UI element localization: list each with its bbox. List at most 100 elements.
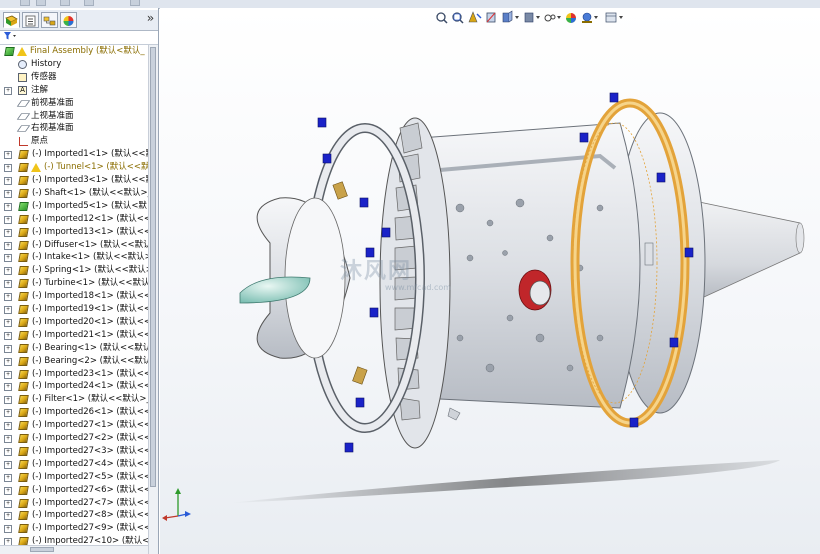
tree-item-plane[interactable]: 右视基准面 [0,122,148,135]
tree-item-component[interactable]: + (-) Filter<1> (默认<<默认>_ [0,393,148,406]
tree-item-component[interactable]: + (-) Tunnel<1> (默认<<默认 [0,161,148,174]
tree-item-label: (-) Diffuser<1> (默认<<默认 [32,239,148,250]
tree-item-component[interactable]: + (-) Imported27<9> (默认<< [0,522,148,535]
expand-toggle[interactable]: + [4,383,12,392]
tree-item-component[interactable]: + (-) Imported27<4> (默认<< [0,458,148,471]
expand-toggle[interactable]: + [4,293,12,302]
tree-item-origin[interactable]: 原点 [0,135,148,148]
tree-item-component[interactable]: + (-) Imported27<3> (默认<< [0,445,148,458]
expand-toggle[interactable]: + [4,357,12,366]
tree-item-component[interactable]: + (-) Imported27<1> (默认<< [0,419,148,432]
expand-toggle[interactable]: + [4,280,12,289]
tree-vertical-scrollbar[interactable] [148,45,158,554]
sensor-icon [18,72,27,82]
tree-item-component[interactable]: + (-) Imported13<1> (默认<< [0,226,148,239]
expand-toggle[interactable]: + [4,189,12,198]
tree-horizontal-scrollbar[interactable] [0,545,148,554]
part-icon [18,214,29,224]
expand-toggle[interactable]: + [4,164,12,173]
warning-icon [17,47,27,56]
tree-item-component[interactable]: + (-) Imported20<1> (默认<< [0,316,148,329]
expand-toggle[interactable]: + [4,473,12,482]
tab-feature-manager[interactable] [3,12,20,28]
tree-item-component[interactable]: + (-) Imported18<1> (默认<< [0,290,148,303]
expand-toggle[interactable]: + [4,422,12,431]
tree-item-component[interactable]: + (-) Imported12<1> (默认<< [0,213,148,226]
expand-toggle[interactable]: + [4,396,12,405]
expand-toggle[interactable]: + [4,86,12,95]
tree-item-component[interactable]: + (-) Imported24<1> (默认<< [0,380,148,393]
tree-item-component[interactable]: + (-) Imported27<7> (默认<< [0,497,148,510]
tree-item-component[interactable]: + (-) Diffuser<1> (默认<<默认 [0,239,148,252]
tree-item-annotation[interactable]: + A 注解 [0,84,148,97]
expand-toggle[interactable]: + [4,318,12,327]
tree-item-component[interactable]: + (-) Imported5<1> (默认<默 [0,200,148,213]
expand-toggle[interactable]: + [4,525,12,534]
part-icon [18,369,29,379]
engine-model[interactable] [160,8,820,554]
tree-item-component[interactable]: + (-) Bearing<1> (默认<<默认 [0,342,148,355]
expand-toggle[interactable]: + [4,306,12,314]
tab-property-manager[interactable] [22,12,39,28]
tree-item-component[interactable]: + (-) Imported27<6> (默认<< [0,484,148,497]
tab-appearance-manager[interactable] [60,12,77,28]
tree-item-component[interactable]: + (-) Imported23<1> (默认<< [0,368,148,381]
expand-toggle[interactable]: + [4,447,12,456]
tree-item-component[interactable]: + (-) Spring<1> (默认<<默认> [0,264,148,277]
tree-item-label: (-) Imported27<1> (默认<< [32,420,148,431]
expand-toggle[interactable]: + [4,241,12,250]
expand-toggle[interactable]: + [4,512,12,521]
part-icon [18,498,29,508]
toolbar-tab-4[interactable] [84,0,94,6]
expand-toggle[interactable]: + [4,409,12,418]
expand-toggle[interactable]: + [4,254,12,263]
tree-item-component[interactable]: + (-) Imported1<1> (默认<<默 [0,148,148,161]
floor-shadow [230,460,780,503]
tree-item-component[interactable]: + (-) Imported27<8> (默认<< [0,509,148,522]
expand-toggle[interactable]: + [4,151,12,160]
expand-panel-button[interactable]: » [147,11,154,25]
expand-toggle[interactable]: + [4,370,12,379]
part-icon [18,382,29,392]
tree-item-component[interactable]: + (-) Bearing<2> (默认<<默认 [0,355,148,368]
panel-tabs: » [0,10,158,31]
tree-item-plane[interactable]: 前视基准面 [0,97,148,110]
toolbar-tab-2[interactable] [36,0,46,6]
expand-toggle[interactable]: + [4,228,12,237]
expand-toggle[interactable]: + [4,215,12,224]
expand-toggle[interactable]: + [4,435,12,443]
tree-item-component[interactable]: + (-) Imported21<1> (默认<< [0,329,148,342]
part-icon [18,356,29,366]
tree-item-component[interactable]: + (-) Turbine<1> (默认<<默认 [0,277,148,290]
tree-item-label: Final Assembly (默认<默认_ [30,46,145,56]
filter-icon[interactable] [3,31,17,44]
tree-item-component[interactable]: + (-) Imported19<1> (默认<< [0,303,148,316]
scrollbar-thumb[interactable] [150,47,156,487]
graphics-viewport[interactable]: 沐风网 www.mfcad.com [160,8,820,554]
expand-toggle[interactable]: + [4,267,12,276]
toolbar-tab-1[interactable] [20,0,30,6]
expand-toggle[interactable]: + [4,202,12,211]
expand-toggle[interactable]: + [4,344,12,353]
tree-item-component[interactable]: + (-) Imported26<1> (默认<< [0,406,148,419]
tree-item-component[interactable]: + (-) Imported27<5> (默认<< [0,471,148,484]
tree-item-plane[interactable]: 上视基准面 [0,110,148,123]
expand-toggle[interactable]: + [4,460,12,469]
tree-item-history[interactable]: History [0,58,148,71]
tree-item-sensor[interactable]: 传感器 [0,71,148,84]
tree-item-component[interactable]: + (-) Intake<1> (默认<<默认> [0,251,148,264]
part-icon [18,292,29,302]
toolbar-tab-3[interactable] [60,0,70,6]
tree-item-component[interactable]: + (-) Imported3<1> (默认<<默 [0,174,148,187]
toolbar-tab-5[interactable] [130,0,140,6]
expand-toggle[interactable]: + [4,499,12,508]
tab-configuration-manager[interactable] [41,12,58,28]
expand-toggle[interactable]: + [4,331,12,340]
expand-toggle[interactable]: + [4,486,12,495]
tree-item-component[interactable]: + (-) Imported27<2> (默认<< [0,432,148,445]
tree-item-assembly[interactable]: Final Assembly (默认<默认_ [0,45,148,58]
scrollbar-thumb[interactable] [30,547,54,552]
tree-item-component[interactable]: + (-) Shaft<1> (默认<<默认>_ [0,187,148,200]
expand-toggle[interactable]: + [4,177,12,185]
part-icon [18,253,29,263]
